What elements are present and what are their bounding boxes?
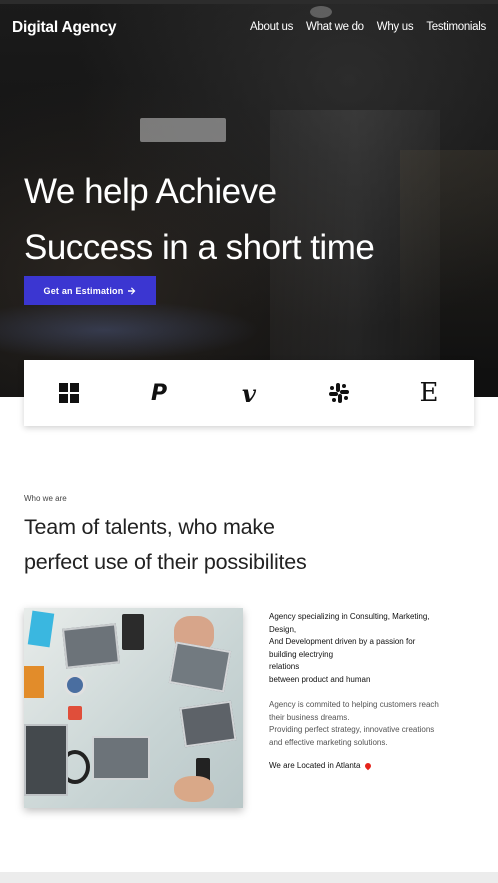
hero-headline-line2: Success in a short time (24, 228, 375, 267)
hero-photo-lamp (310, 6, 332, 18)
section-title-line2: perfect use of their possibilites (24, 550, 307, 574)
paypal-logo-icon: P (150, 380, 168, 406)
hero-section: Digital Agency About us What we do Why u… (0, 0, 498, 397)
partner-logo-paypal: P (114, 381, 204, 406)
photo-laptop-bottom-right (179, 700, 237, 748)
top-strip (0, 0, 498, 4)
vimeo-logo-icon: v (242, 378, 256, 408)
commitment-line: Providing perfect strategy, innovative c… (269, 725, 435, 734)
photo-tablet-top (122, 614, 144, 650)
section-kicker: Who we are (24, 494, 67, 503)
location-text: We are Located in Atlanta (269, 761, 361, 770)
photo-orange-box (24, 666, 44, 698)
photo-laptop-left (62, 623, 120, 669)
brand-logo-text[interactable]: Digital Agency (12, 19, 116, 37)
main-nav: About us What we do Why us Testimonials (250, 21, 486, 33)
nav-testimonials[interactable]: Testimonials (426, 21, 486, 33)
section-title-line1: Team of talents, who make (24, 515, 275, 539)
nav-why-us[interactable]: Why us (377, 21, 414, 33)
desc-line: between product and human (269, 674, 371, 684)
photo-laptop-bottom-left (24, 724, 68, 796)
partner-logo-vimeo: v (204, 379, 294, 408)
commitment-line: and effective marketing solutions. (269, 737, 388, 747)
commitment-line: Agency is commited to helping customers … (269, 700, 439, 709)
microsoft-logo-icon (59, 383, 79, 403)
nav-what-we-do[interactable]: What we do (306, 21, 364, 33)
get-estimation-button[interactable]: Get an Estimation (24, 276, 156, 305)
location-line: We are Located in Atlanta (269, 761, 373, 770)
hero-photo-ac-unit (140, 118, 226, 142)
partner-logo-microsoft (24, 383, 114, 403)
photo-hand-bottom (174, 776, 214, 802)
nav-about-us[interactable]: About us (250, 21, 293, 33)
partner-logos-bar: P v E (24, 360, 474, 426)
partner-logo-etsy: E (384, 378, 474, 408)
desc-line: And Development driven by a passion for (269, 637, 416, 646)
commitment-line: their business dreams. (269, 712, 350, 722)
photo-mug (64, 674, 86, 696)
photo-laptop-bottom-center (92, 736, 150, 780)
desc-line: building electrying (269, 649, 334, 659)
map-pin-icon (364, 761, 373, 770)
footer-strip (0, 872, 498, 883)
agency-description: Agency specializing in Consulting, Marke… (269, 611, 469, 686)
hero-headline-line1: We help Achieve (24, 172, 277, 211)
desc-line: Design, (269, 624, 297, 634)
team-photo (24, 608, 243, 808)
arrow-right-icon (128, 286, 136, 295)
etsy-logo-icon: E (419, 378, 439, 408)
cta-label: Get an Estimation (43, 285, 124, 296)
hero-photo-hallway (400, 150, 498, 370)
desc-line: Agency specializing in Consulting, Marke… (269, 612, 430, 621)
agency-commitment: Agency is commited to helping customers … (269, 699, 469, 749)
slack-logo-icon (329, 383, 349, 403)
section-title: Team of talents, who make perfect use of… (24, 510, 404, 580)
hero-photo-desk-glow (0, 300, 260, 360)
photo-cyan-notebook (27, 610, 55, 648)
partner-logo-slack (294, 382, 384, 404)
desc-line: relations (269, 662, 300, 671)
photo-cup-red (68, 706, 82, 720)
